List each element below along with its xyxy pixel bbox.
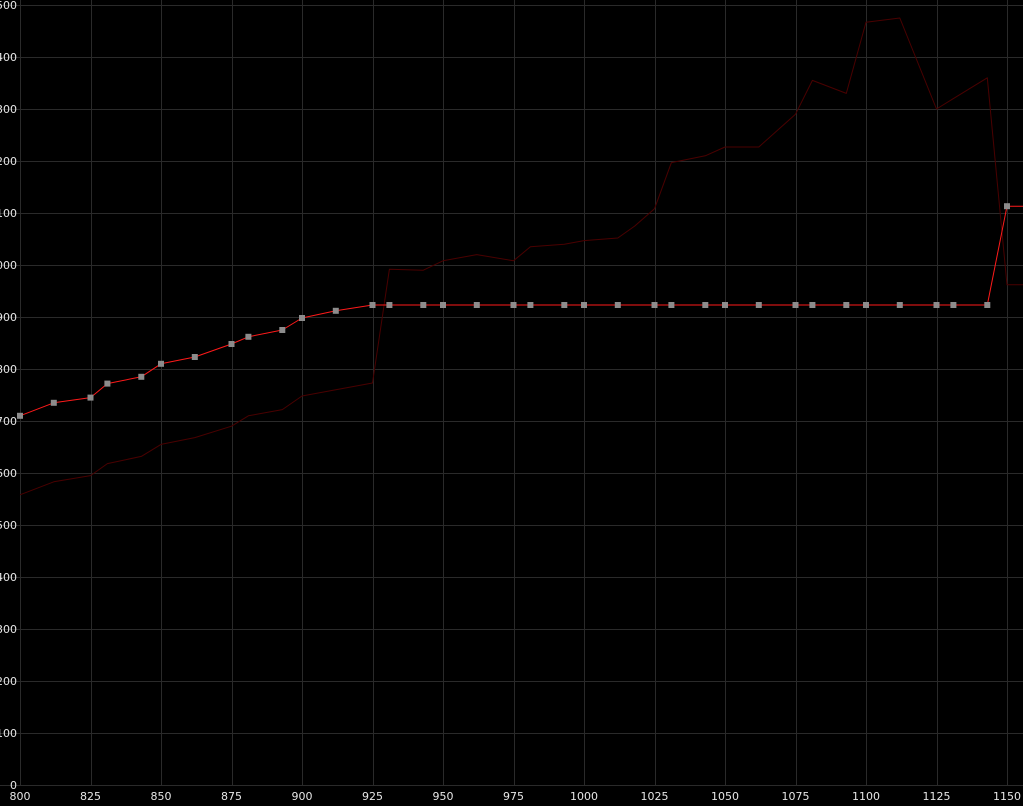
- series-1-point: [279, 327, 286, 333]
- series-1-point: [104, 380, 111, 387]
- series-1-point: [527, 302, 534, 308]
- series-1-point: [191, 354, 198, 360]
- x-tick-label: 900: [292, 790, 313, 803]
- series-1-point: [668, 302, 675, 308]
- x-tick-label: 1050: [711, 790, 739, 803]
- series-1-point: [386, 302, 393, 308]
- series-1-point: [158, 360, 164, 367]
- series-1-point: [510, 302, 517, 308]
- chart-background: [0, 0, 1023, 806]
- x-tick-label: 975: [503, 790, 524, 803]
- series-1-point: [561, 302, 568, 308]
- y-tick-label: 1500: [0, 0, 17, 12]
- series-1-point: [138, 373, 145, 380]
- y-tick-label: 1100: [0, 207, 17, 220]
- y-tick-label: 1400: [0, 51, 17, 64]
- y-tick-label: 1000: [0, 259, 17, 272]
- series-1-point: [933, 302, 940, 308]
- x-tick-label: 1025: [641, 790, 669, 803]
- series-1-point: [50, 399, 57, 406]
- x-tick-label: 875: [221, 790, 242, 803]
- series-1-point: [984, 302, 991, 308]
- x-tick-label: 1100: [852, 790, 880, 803]
- y-tick-label: 0: [10, 779, 17, 792]
- y-tick-label: 200: [0, 675, 17, 688]
- x-axis-tick-labels: 800 825 850 875 900 925 950 975 1000 1025 1050 1075…: [10, 790, 1022, 803]
- series-1-point: [755, 302, 762, 308]
- y-tick-label: 700: [0, 415, 17, 428]
- series-1-point: [581, 302, 587, 308]
- x-tick-label: 925: [362, 790, 383, 803]
- series-1-point: [87, 394, 94, 401]
- series-1-point: [473, 302, 480, 308]
- series-1-point: [228, 341, 235, 347]
- y-tick-label: 900: [0, 311, 17, 324]
- series-1-point: [950, 302, 957, 308]
- series-1-point: [1004, 203, 1010, 210]
- y-tick-label: 100: [0, 727, 17, 740]
- series-1-point: [722, 302, 728, 308]
- series-1-point: [17, 412, 23, 419]
- y-tick-label: 400: [0, 571, 17, 584]
- series-1-point: [614, 302, 621, 308]
- series-1-point: [420, 302, 427, 308]
- series-1-point: [843, 302, 850, 308]
- series-1-point: [245, 333, 252, 340]
- series-1-point: [369, 302, 376, 308]
- x-tick-label: 1150: [993, 790, 1021, 803]
- series-1-point: [299, 315, 305, 321]
- line-chart: 800 825 850 875 900 925 950 975 1000 1025 1050 1075…: [0, 0, 1023, 806]
- y-tick-label: 300: [0, 623, 17, 636]
- y-tick-label: 1200: [0, 155, 17, 168]
- series-1-point: [440, 302, 446, 308]
- y-tick-label: 600: [0, 467, 17, 480]
- x-tick-label: 1075: [782, 790, 810, 803]
- x-tick-label: 1000: [570, 790, 598, 803]
- x-tick-label: 950: [433, 790, 454, 803]
- y-tick-label: 800: [0, 363, 17, 376]
- series-1-point: [809, 302, 816, 308]
- y-tick-label: 500: [0, 519, 17, 532]
- x-tick-label: 1125: [923, 790, 951, 803]
- series-1-point: [792, 302, 799, 308]
- x-tick-label: 825: [80, 790, 101, 803]
- series-1-point: [896, 302, 903, 308]
- series-1-point: [332, 307, 339, 314]
- series-1-point: [651, 302, 658, 308]
- series-1-point: [863, 302, 869, 308]
- series-1-point: [702, 302, 709, 308]
- x-tick-label: 850: [151, 790, 172, 803]
- y-tick-label: 1300: [0, 103, 17, 116]
